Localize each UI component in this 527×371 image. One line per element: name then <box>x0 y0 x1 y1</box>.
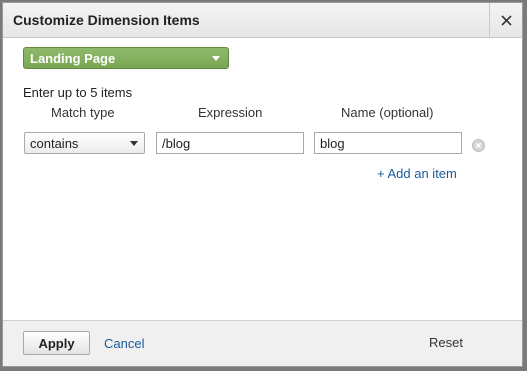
column-header-match-type: Match type <box>51 105 115 120</box>
instructions-text: Enter up to 5 items <box>23 85 133 100</box>
column-header-expression: Expression <box>198 105 263 120</box>
dialog-title: Customize Dimension Items <box>13 12 200 28</box>
customize-dimension-dialog: Customize Dimension Items Landing Page E… <box>2 2 523 367</box>
apply-button[interactable]: Apply <box>23 331 90 355</box>
match-type-value: contains <box>30 136 79 151</box>
column-header-name: Name (optional) <box>341 105 434 120</box>
reset-link[interactable]: Reset <box>429 335 463 350</box>
dialog-footer: Apply Cancel Reset <box>3 320 522 366</box>
chevron-down-icon <box>130 141 138 146</box>
dimension-dropdown-value: Landing Page <box>30 51 116 66</box>
chevron-down-icon <box>212 56 220 61</box>
remove-item-icon[interactable] <box>472 139 485 152</box>
close-icon <box>500 14 512 26</box>
dimension-dropdown[interactable]: Landing Page <box>23 47 229 69</box>
name-input[interactable] <box>314 132 462 154</box>
dialog-titlebar: Customize Dimension Items <box>3 3 522 38</box>
match-type-select[interactable]: contains <box>24 132 145 154</box>
cancel-link[interactable]: Cancel <box>104 336 144 351</box>
expression-input[interactable] <box>156 132 304 154</box>
add-item-link[interactable]: + Add an item <box>377 166 457 181</box>
close-button[interactable] <box>489 3 522 37</box>
